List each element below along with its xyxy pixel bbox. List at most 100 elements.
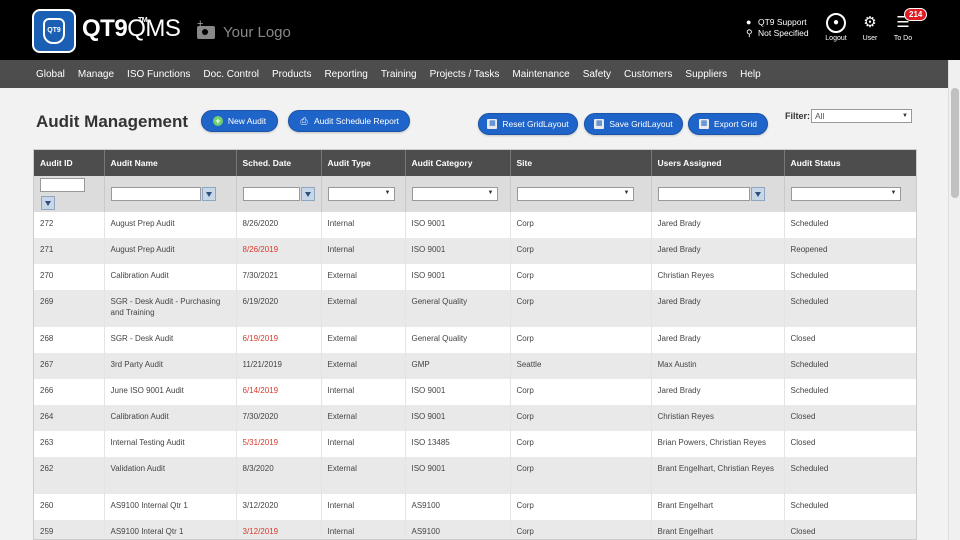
table-row[interactable]: 272 August Prep Audit 8/26/2020 Internal ISO… bbox=[34, 212, 916, 238]
nav-doc-control[interactable]: Doc. Control bbox=[203, 69, 259, 80]
col-header-site[interactable]: Site bbox=[510, 150, 652, 176]
table-row[interactable]: 260 AS9100 Internal Qtr 1 3/12/2020 Interna… bbox=[34, 494, 916, 520]
col-header-audit-name[interactable]: Audit Name bbox=[104, 150, 237, 176]
page-scrollbar[interactable] bbox=[948, 60, 960, 540]
logout-button[interactable]: ● Logout bbox=[822, 13, 850, 42]
nav-training[interactable]: Training bbox=[381, 69, 417, 80]
col-header-sched-date[interactable]: Sched. Date bbox=[236, 150, 322, 176]
cell-audit-id: 271 bbox=[34, 238, 105, 264]
cell-site: Corp bbox=[510, 379, 652, 405]
col-header-users-assigned[interactable]: Users Assigned bbox=[651, 150, 785, 176]
cell-audit-name: August Prep Audit bbox=[104, 212, 237, 238]
cell-audit-name: Calibration Audit bbox=[104, 405, 237, 431]
nav-global[interactable]: Global bbox=[36, 69, 65, 80]
cell-site: Corp bbox=[510, 212, 652, 238]
cell-audit-id: 262 bbox=[34, 457, 105, 494]
cell-audit-id: 263 bbox=[34, 431, 105, 457]
filter-icon[interactable] bbox=[750, 186, 765, 201]
page-title: Audit Management bbox=[36, 112, 189, 131]
filter-icon[interactable] bbox=[300, 186, 315, 201]
filter-cell bbox=[321, 176, 406, 212]
nav-manage[interactable]: Manage bbox=[78, 69, 114, 80]
scrollbar-thumb[interactable] bbox=[951, 88, 959, 198]
filter-select[interactable]: All ▼ bbox=[811, 109, 912, 123]
filter-icon[interactable] bbox=[41, 195, 55, 210]
col-header-audit-category[interactable]: Audit Category bbox=[405, 150, 511, 176]
printer-icon: ⎙ bbox=[300, 116, 308, 126]
users-assigned-filter-input[interactable] bbox=[657, 186, 750, 201]
user-button[interactable]: ⚙ User bbox=[856, 13, 884, 42]
filter-cell bbox=[104, 176, 237, 212]
filter-icon[interactable] bbox=[201, 186, 216, 201]
cell-audit-status: Closed bbox=[784, 327, 916, 353]
cell-audit-name: Validation Audit bbox=[104, 457, 237, 494]
cell-audit-name: 3rd Party Audit bbox=[104, 353, 237, 379]
cell-audit-type: External bbox=[321, 290, 406, 327]
table-row[interactable]: 262 Validation Audit 8/3/2020 External ISO 9… bbox=[34, 457, 916, 494]
reset-grid-layout-button[interactable]: ▦ Reset GridLayout bbox=[478, 113, 578, 135]
cell-audit-type: Internal bbox=[321, 520, 406, 539]
nav-maintenance[interactable]: Maintenance bbox=[512, 69, 569, 80]
audit-type-filter-select[interactable] bbox=[327, 186, 395, 201]
table-row[interactable]: 259 AS9100 Interal Qtr 1 3/12/2019 Internal… bbox=[34, 520, 916, 539]
nav-suppliers[interactable]: Suppliers bbox=[685, 69, 727, 80]
location-pin-icon: ⚲ bbox=[746, 28, 753, 38]
filter-cell bbox=[34, 176, 105, 212]
table-row[interactable]: 268 SGR - Desk Audit 6/19/2019 External Gene… bbox=[34, 327, 916, 353]
cell-users-assigned: Brant Engelhart bbox=[651, 494, 785, 520]
brand-logo[interactable]: QT9 TM QMS bbox=[82, 15, 181, 43]
save-grid-layout-button[interactable]: ▦ Save GridLayout bbox=[584, 113, 683, 135]
nav-products[interactable]: Products bbox=[272, 69, 311, 80]
support-location: Not Specified bbox=[758, 28, 809, 38]
site-filter-select[interactable] bbox=[516, 186, 634, 201]
qt9-logo-icon[interactable]: QT9 bbox=[32, 9, 76, 53]
your-logo-placeholder[interactable]: + Your Logo bbox=[197, 18, 291, 41]
table-row[interactable]: 263 Internal Testing Audit 5/31/2019 Intern… bbox=[34, 431, 916, 457]
chevron-down-icon: ▼ bbox=[902, 113, 908, 119]
col-header-audit-id[interactable]: Audit ID bbox=[34, 150, 105, 176]
cell-audit-type: Internal bbox=[321, 494, 406, 520]
cell-audit-category: ISO 9001 bbox=[405, 379, 511, 405]
save-grid-label: Save GridLayout bbox=[609, 119, 673, 129]
filter-value: All bbox=[815, 111, 825, 121]
cell-audit-type: Internal bbox=[321, 212, 406, 238]
table-row[interactable]: 269 SGR - Desk Audit - Purchasing and Tra… bbox=[34, 290, 916, 327]
audit-status-filter-select[interactable] bbox=[790, 186, 901, 201]
table-row[interactable]: 266 June ISO 9001 Audit 6/14/2019 Internal I… bbox=[34, 379, 916, 405]
cell-audit-category: ISO 9001 bbox=[405, 212, 511, 238]
cell-users-assigned: Jared Brady bbox=[651, 327, 785, 353]
sched-date-filter-input[interactable] bbox=[242, 186, 300, 201]
col-header-audit-type[interactable]: Audit Type bbox=[321, 150, 406, 176]
camera-icon bbox=[197, 26, 215, 39]
nav-iso-functions[interactable]: ISO Functions bbox=[127, 69, 190, 80]
support-info[interactable]: ● QT9 Support ⚲ Not Specified bbox=[746, 17, 809, 39]
grid-icon: ▦ bbox=[487, 119, 498, 129]
col-header-audit-status[interactable]: Audit Status bbox=[784, 150, 916, 176]
audit-category-filter-select[interactable] bbox=[411, 186, 498, 201]
cell-audit-category: General Quality bbox=[405, 327, 511, 353]
table-row[interactable]: 264 Calibration Audit 7/30/2020 External ISO… bbox=[34, 405, 916, 431]
gear-icon: ⚙ bbox=[863, 14, 877, 31]
new-audit-button[interactable]: + New Audit bbox=[201, 110, 278, 132]
nav-help[interactable]: Help bbox=[740, 69, 761, 80]
table-row[interactable]: 271 August Prep Audit 8/26/2019 Internal ISO… bbox=[34, 238, 916, 264]
main-nav: Global Manage ISO Functions Doc. Control… bbox=[0, 60, 948, 88]
top-header: QT9 QT9 TM QMS + Your Logo ● QT9 Support ⚲ N… bbox=[0, 0, 960, 60]
audit-name-filter-input[interactable] bbox=[110, 186, 201, 201]
audit-id-filter-input[interactable] bbox=[40, 177, 85, 192]
table-row[interactable]: 267 3rd Party Audit 11/21/2019 External GMP S… bbox=[34, 353, 916, 379]
export-grid-button[interactable]: ▦ Export Grid bbox=[688, 113, 768, 135]
cell-audit-name: Calibration Audit bbox=[104, 264, 237, 290]
audit-schedule-report-button[interactable]: ⎙ Audit Schedule Report bbox=[288, 110, 410, 132]
your-logo-label: Your Logo bbox=[223, 24, 291, 41]
user-icon: ● bbox=[746, 17, 752, 27]
cell-audit-id: 267 bbox=[34, 353, 105, 379]
table-row[interactable]: 270 Calibration Audit 7/30/2021 External ISO… bbox=[34, 264, 916, 290]
nav-safety[interactable]: Safety bbox=[583, 69, 611, 80]
cell-users-assigned: Brant Engelhart bbox=[651, 520, 785, 539]
grid-icon: ▦ bbox=[594, 119, 605, 129]
nav-reporting[interactable]: Reporting bbox=[324, 69, 367, 80]
nav-projects-tasks[interactable]: Projects / Tasks bbox=[430, 69, 500, 80]
cell-audit-type: Internal bbox=[321, 379, 406, 405]
nav-customers[interactable]: Customers bbox=[624, 69, 672, 80]
